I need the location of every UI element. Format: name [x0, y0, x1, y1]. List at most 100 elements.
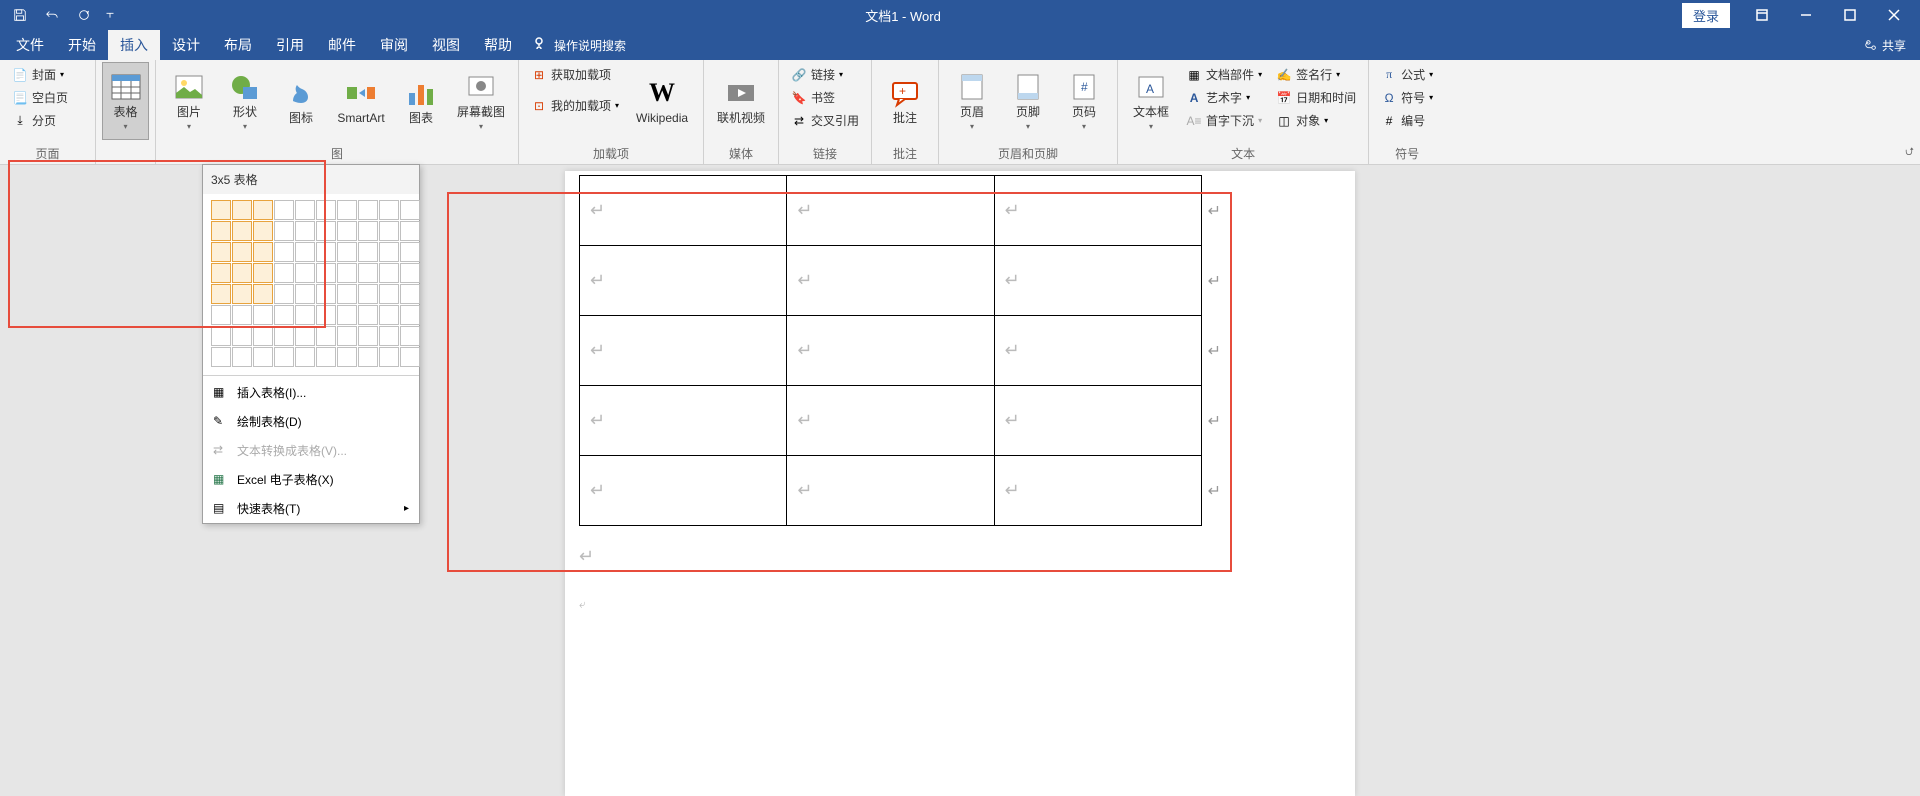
dropcap-button[interactable]: A≡首字下沉▾ — [1180, 110, 1268, 131]
grid-cell[interactable] — [253, 284, 273, 304]
login-button[interactable]: 登录 — [1682, 3, 1730, 28]
menu-tab-1[interactable]: 开始 — [56, 30, 108, 60]
grid-cell[interactable] — [211, 284, 231, 304]
grid-cell[interactable] — [358, 326, 378, 346]
grid-cell[interactable] — [379, 200, 399, 220]
grid-cell[interactable] — [295, 242, 315, 262]
grid-cell[interactable] — [337, 284, 357, 304]
grid-cell[interactable] — [274, 347, 294, 367]
get-addins-button[interactable]: ⊞获取加载项 — [525, 64, 625, 85]
qat-customize[interactable] — [102, 1, 118, 29]
grid-cell[interactable] — [358, 284, 378, 304]
pagenum-button[interactable]: #页码▾ — [1057, 62, 1111, 140]
grid-cell[interactable] — [337, 200, 357, 220]
wikipedia-button[interactable]: WWikipedia — [627, 62, 697, 140]
menu-tab-5[interactable]: 引用 — [264, 30, 316, 60]
undo-button[interactable] — [38, 1, 66, 29]
grid-cell[interactable] — [358, 347, 378, 367]
table-cell[interactable]: ↵ — [580, 456, 787, 526]
grid-cell[interactable] — [253, 200, 273, 220]
grid-cell[interactable] — [316, 221, 336, 241]
table-cell[interactable]: ↵↵ — [994, 316, 1201, 386]
footer-button[interactable]: 页脚▾ — [1001, 62, 1055, 140]
symbol-button[interactable]: Ω符号▾ — [1375, 87, 1439, 108]
grid-cell[interactable] — [274, 200, 294, 220]
grid-cell[interactable] — [253, 221, 273, 241]
table-cell[interactable]: ↵ — [580, 246, 787, 316]
grid-cell[interactable] — [211, 347, 231, 367]
crossref-button[interactable]: ⇄交叉引用 — [785, 110, 865, 131]
grid-cell[interactable] — [400, 242, 420, 262]
grid-cell[interactable] — [211, 221, 231, 241]
header-button[interactable]: 页眉▾ — [945, 62, 999, 140]
screenshot-button[interactable]: 屏幕截图▾ — [450, 62, 512, 140]
menu-tab-8[interactable]: 视图 — [420, 30, 472, 60]
grid-cell[interactable] — [295, 284, 315, 304]
grid-cell[interactable] — [232, 326, 252, 346]
icons-button[interactable]: 图标 — [274, 62, 328, 140]
pictures-button[interactable]: 图片▾ — [162, 62, 216, 140]
save-button[interactable] — [6, 1, 34, 29]
grid-cell[interactable] — [295, 200, 315, 220]
grid-cell[interactable] — [316, 263, 336, 283]
equation-button[interactable]: π公式▾ — [1375, 64, 1439, 85]
maximize-button[interactable] — [1828, 0, 1872, 30]
menu-tab-0[interactable]: 文件 — [4, 30, 56, 60]
grid-cell[interactable] — [316, 305, 336, 325]
grid-cell[interactable] — [337, 305, 357, 325]
grid-cell[interactable] — [232, 221, 252, 241]
grid-cell[interactable] — [253, 347, 273, 367]
grid-cell[interactable] — [358, 221, 378, 241]
draw-table-item[interactable]: ✎绘制表格(D) — [203, 407, 419, 436]
document-page[interactable]: ↵↵↵↵↵↵↵↵↵↵↵↵↵↵↵↵↵↵↵↵ ↵ ⤶ — [565, 171, 1355, 796]
grid-cell[interactable] — [232, 200, 252, 220]
quickparts-button[interactable]: ▦文档部件▾ — [1180, 64, 1268, 85]
redo-button[interactable] — [70, 1, 98, 29]
minimize-button[interactable] — [1784, 0, 1828, 30]
table-cell[interactable]: ↵ — [580, 386, 787, 456]
datetime-button[interactable]: 📅日期和时间 — [1270, 87, 1362, 108]
preview-table[interactable]: ↵↵↵↵↵↵↵↵↵↵↵↵↵↵↵↵↵↵↵↵ — [579, 175, 1202, 526]
grid-cell[interactable] — [274, 284, 294, 304]
grid-cell[interactable] — [316, 347, 336, 367]
grid-cell[interactable] — [379, 305, 399, 325]
table-cell[interactable]: ↵ — [787, 176, 994, 246]
grid-cell[interactable] — [211, 200, 231, 220]
grid-cell[interactable] — [211, 263, 231, 283]
table-cell[interactable]: ↵↵ — [994, 176, 1201, 246]
grid-cell[interactable] — [316, 284, 336, 304]
grid-cell[interactable] — [400, 326, 420, 346]
menu-tab-6[interactable]: 邮件 — [316, 30, 368, 60]
grid-cell[interactable] — [379, 347, 399, 367]
grid-cell[interactable] — [232, 347, 252, 367]
grid-cell[interactable] — [400, 263, 420, 283]
table-cell[interactable]: ↵ — [787, 246, 994, 316]
object-button[interactable]: ◫对象▾ — [1270, 110, 1362, 131]
grid-cell[interactable] — [337, 347, 357, 367]
grid-cell[interactable] — [232, 263, 252, 283]
menu-tab-3[interactable]: 设计 — [160, 30, 212, 60]
menu-tab-9[interactable]: 帮助 — [472, 30, 524, 60]
collapse-ribbon-button[interactable]: ⮍ — [1905, 143, 1914, 162]
textbox-button[interactable]: A文本框▾ — [1124, 62, 1178, 140]
grid-cell[interactable] — [274, 305, 294, 325]
share-button[interactable]: 共享 — [1854, 37, 1916, 54]
quick-tables-item[interactable]: ▤快速表格(T)▸ — [203, 494, 419, 523]
chart-button[interactable]: 图表 — [394, 62, 448, 140]
grid-cell[interactable] — [337, 221, 357, 241]
online-video-button[interactable]: 联机视频 — [710, 62, 772, 140]
grid-cell[interactable] — [274, 263, 294, 283]
grid-cell[interactable] — [316, 200, 336, 220]
table-cell[interactable]: ↵↵ — [994, 456, 1201, 526]
link-button[interactable]: 🔗链接 ▾ — [785, 64, 865, 85]
grid-cell[interactable] — [232, 242, 252, 262]
grid-cell[interactable] — [337, 263, 357, 283]
grid-cell[interactable] — [358, 263, 378, 283]
blank-page-button[interactable]: 📃空白页 — [6, 87, 74, 108]
grid-cell[interactable] — [274, 221, 294, 241]
comment-button[interactable]: +批注 — [878, 62, 932, 140]
table-cell[interactable]: ↵↵ — [994, 246, 1201, 316]
insert-table-item[interactable]: ▦插入表格(I)... — [203, 378, 419, 407]
grid-cell[interactable] — [400, 305, 420, 325]
wordart-button[interactable]: A艺术字▾ — [1180, 87, 1268, 108]
